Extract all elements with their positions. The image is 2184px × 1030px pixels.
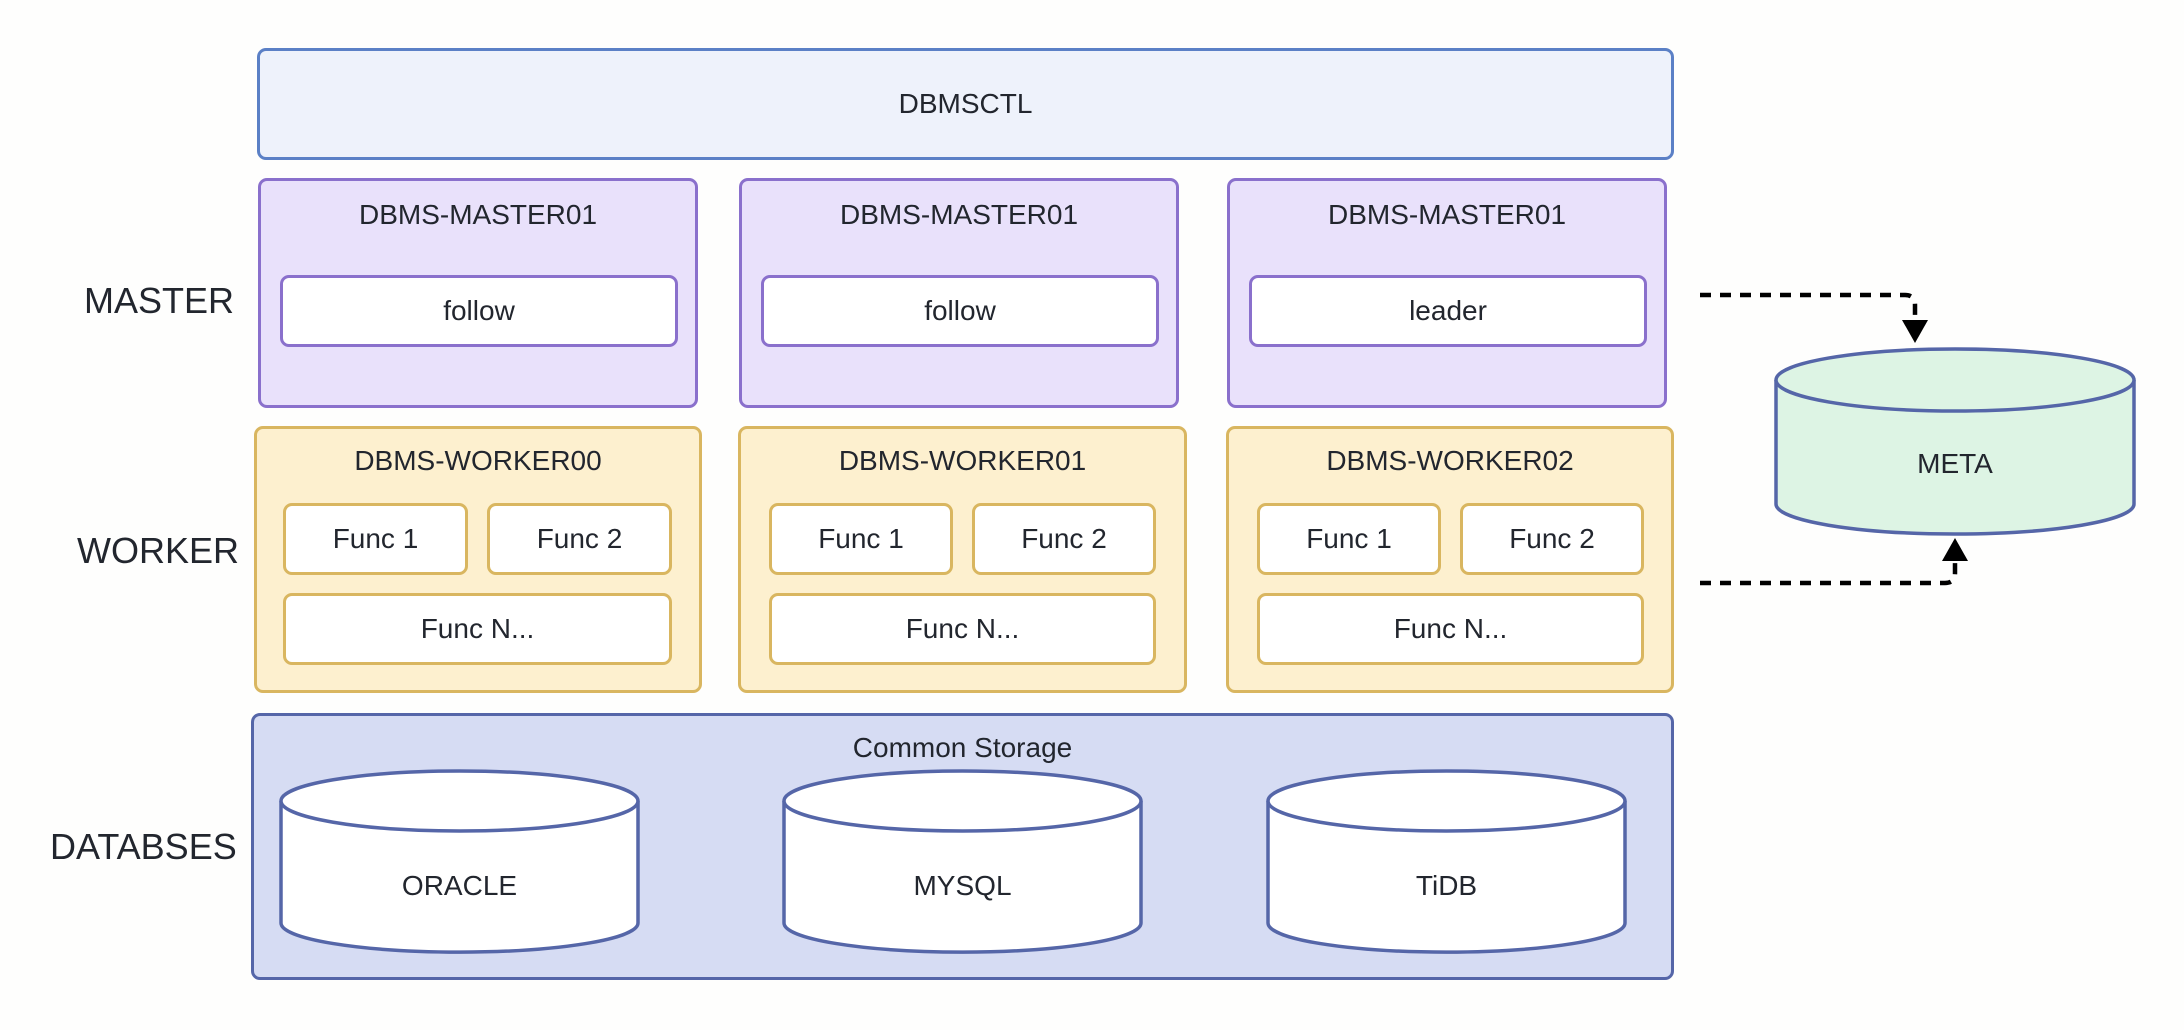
arrowhead-down-icon [1902,320,1928,343]
database-label: TiDB [1416,870,1477,901]
database-cylinder-tidb[interactable]: TiDB [1266,769,1627,954]
arrowhead-up-icon [1942,538,1968,561]
database-label: MYSQL [913,870,1011,901]
database-cylinder-oracle[interactable]: ORACLE [279,769,640,954]
arrow-worker-to-meta [1700,538,1968,586]
database-label: ORACLE [402,870,517,901]
arrow-master-to-meta [1700,292,1928,343]
diagram-shapes: ORACLE MYSQL TiDB META [279,292,2136,954]
database-cylinder-mysql[interactable]: MYSQL [782,769,1143,954]
meta-label: META [1917,448,1993,479]
meta-cylinder[interactable]: META [1774,347,2136,536]
